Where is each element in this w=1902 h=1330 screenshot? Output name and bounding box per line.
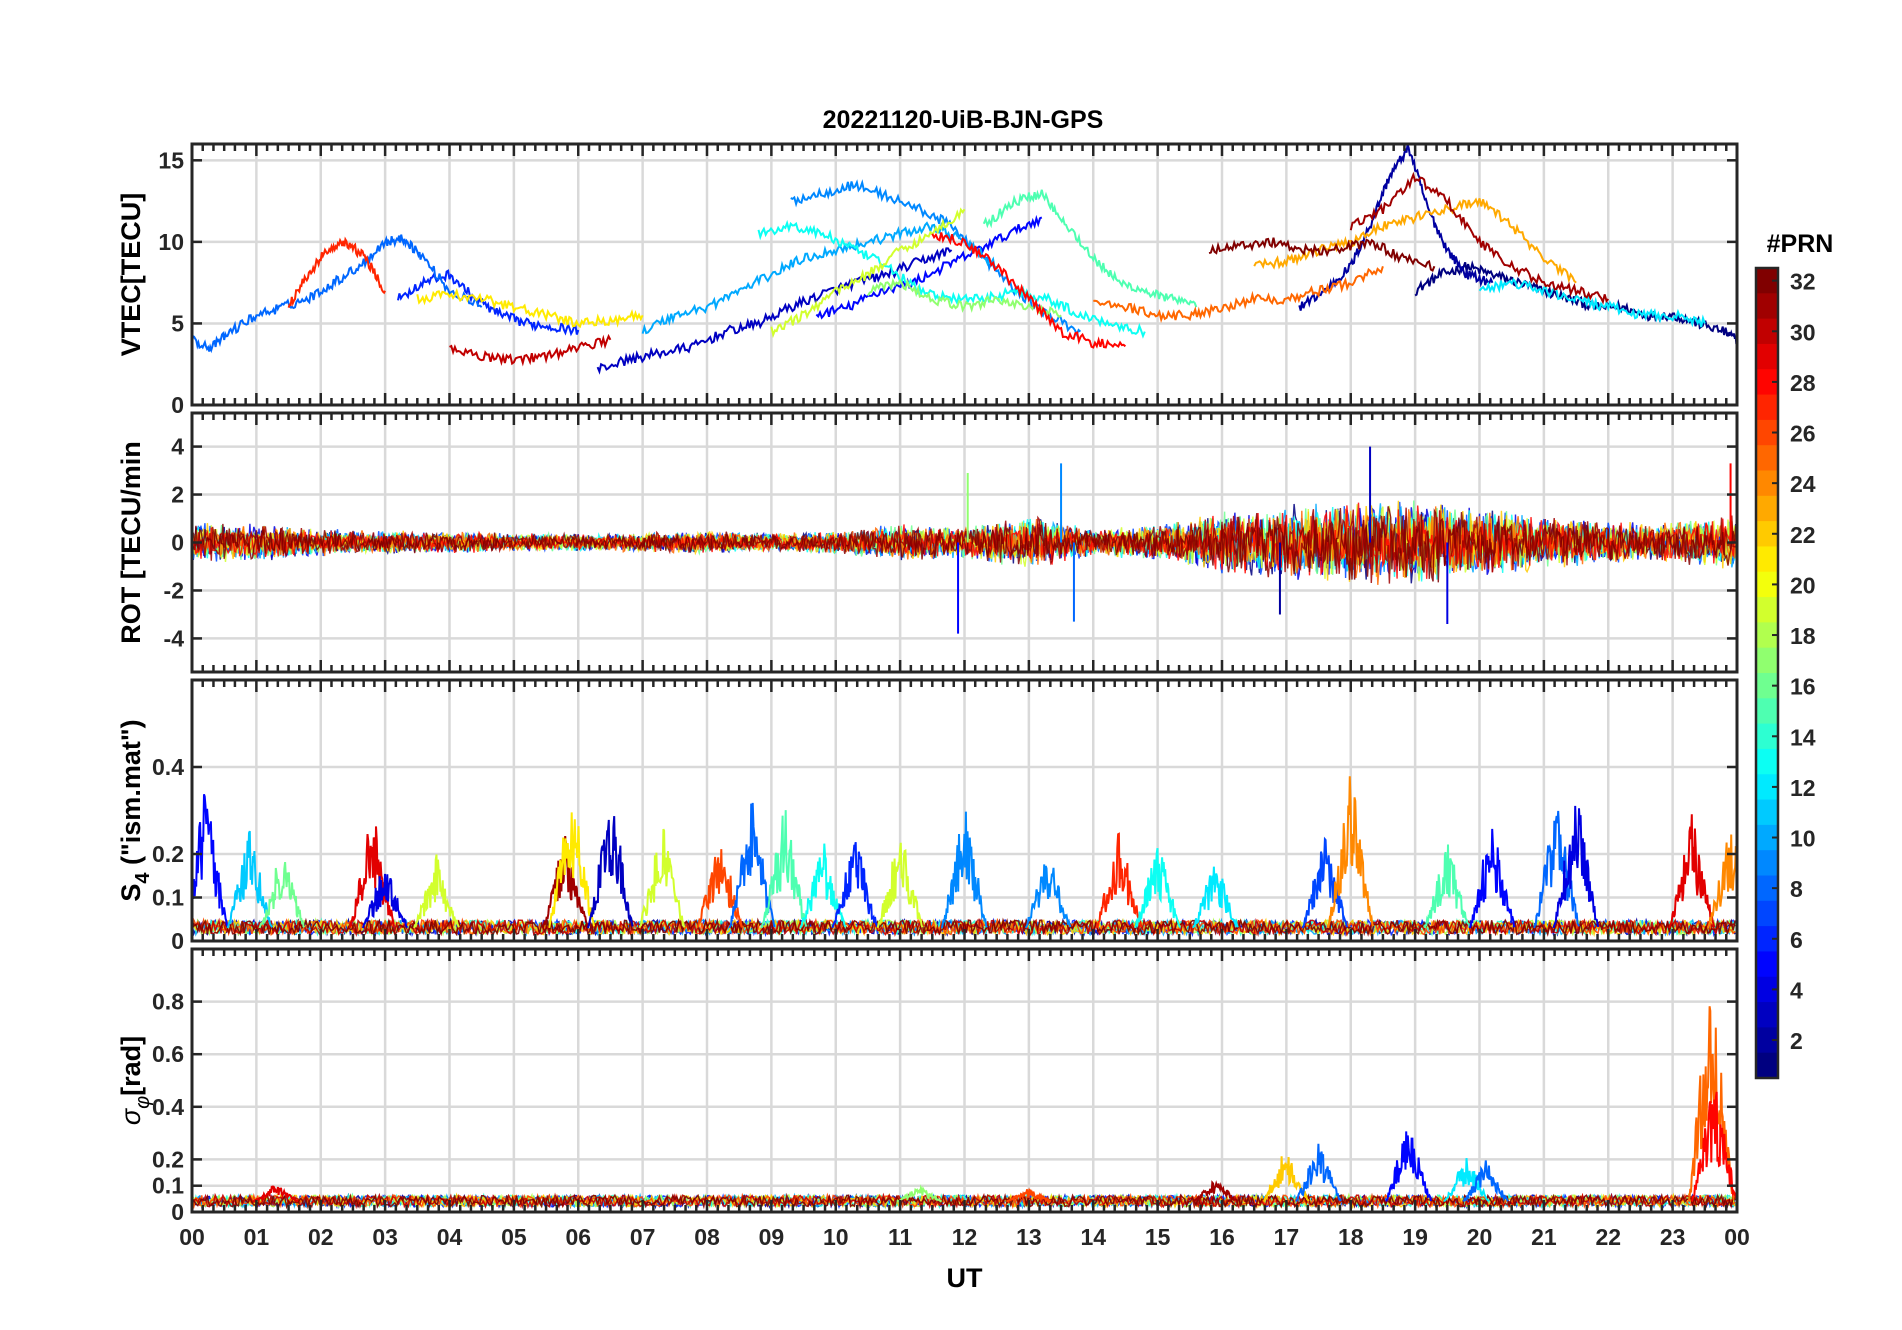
y-tick-label: 0.6: [152, 1041, 184, 1067]
colorbar-tick-label: 14: [1790, 724, 1816, 750]
y-label-rest: [rad]: [116, 1036, 146, 1096]
y-tick-label: 0.1: [152, 885, 184, 911]
x-tick-label: 09: [759, 1224, 785, 1250]
colorbar-swatch-prn-23: [1756, 495, 1778, 522]
colorbar-swatch-prn-7: [1756, 900, 1778, 927]
colorbar-tick-label: 8: [1790, 876, 1803, 902]
x-tick-label: 16: [1209, 1224, 1235, 1250]
y-tick-label: 0: [171, 530, 184, 556]
y-label-main: σ: [116, 1107, 146, 1125]
colorbar-tick-label: 22: [1790, 522, 1816, 548]
x-tick-label: 12: [952, 1224, 978, 1250]
y-label-sub: φ: [132, 1096, 154, 1109]
colorbar-tick-label: 24: [1790, 471, 1816, 497]
figure-title: 20221120-UiB-BJN-GPS: [823, 106, 1104, 134]
x-tick-label: 11: [888, 1224, 913, 1250]
y-axis-label-rot: ROT [TECU/min: [116, 441, 146, 644]
y-tick-label: 5: [171, 310, 184, 336]
y-tick-label: 0: [171, 1199, 184, 1225]
y-tick-label: -2: [164, 577, 184, 603]
y-tick-label: 10: [158, 229, 184, 255]
colorbar-tick-label: 12: [1790, 775, 1816, 801]
colorbar-swatch-prn-21: [1756, 546, 1778, 573]
colorbar-swatch-prn-25: [1756, 445, 1778, 472]
colorbar-tick-label: 16: [1790, 674, 1816, 700]
y-tick-label: 15: [158, 147, 184, 173]
x-tick-label: 04: [437, 1224, 463, 1250]
y-axis-label-vtec: VTEC[TECU]: [116, 193, 146, 357]
colorbar-swatch-prn-11: [1756, 799, 1778, 826]
x-tick-label: 06: [565, 1224, 591, 1250]
colorbar-tick-label: 20: [1790, 572, 1816, 598]
x-tick-label: 19: [1402, 1224, 1428, 1250]
x-tick-label: 18: [1338, 1224, 1364, 1250]
x-tick-label: 21: [1531, 1224, 1557, 1250]
y-tick-label: 0.2: [152, 841, 184, 867]
colorbar-tick-label: 4: [1790, 977, 1803, 1003]
x-tick-label: 03: [372, 1224, 398, 1250]
colorbar-swatch-prn-9: [1756, 850, 1778, 877]
colorbar-tick-label: 32: [1790, 269, 1816, 295]
colorbar-tick-label: 26: [1790, 421, 1816, 447]
x-tick-label: 22: [1595, 1224, 1621, 1250]
colorbar-tick-label: 6: [1790, 927, 1803, 953]
colorbar-swatch-prn-27: [1756, 394, 1778, 421]
y-tick-label: 0.2: [152, 1146, 184, 1172]
colorbar-swatch-prn-29: [1756, 343, 1778, 370]
colorbar-tick-label: 30: [1790, 319, 1816, 345]
y-tick-label: 0.4: [152, 1094, 184, 1120]
colorbar-swatch-prn-31: [1756, 293, 1778, 320]
y-tick-label: 0.4: [152, 754, 184, 780]
colorbar-swatch-prn-17: [1756, 647, 1778, 674]
colorbar-tick-label: 10: [1790, 826, 1816, 852]
y-tick-label: 0.8: [152, 989, 184, 1015]
x-tick-label: 15: [1145, 1224, 1171, 1250]
x-axis-label: UT: [947, 1263, 983, 1293]
figure-background: [0, 0, 1902, 1330]
colorbar-swatch-prn-15: [1756, 698, 1778, 725]
x-tick-label: 13: [1016, 1224, 1042, 1250]
y-tick-label: 0: [171, 928, 184, 954]
figure-canvas: 20221120-UiB-BJN-GPS 051015VTEC[TECU]-4-…: [0, 0, 1902, 1330]
colorbar-title: #PRN: [1767, 230, 1834, 258]
y-label-main: S: [116, 884, 146, 902]
colorbar-tick-label: 28: [1790, 370, 1816, 396]
x-tick-label: 14: [1080, 1224, 1106, 1250]
x-tick-label: 00: [1724, 1224, 1750, 1250]
x-tick-label: 17: [1274, 1224, 1300, 1250]
y-tick-label: 4: [171, 434, 184, 460]
colorbar-swatch-prn-1: [1756, 1052, 1778, 1079]
figure: 20221120-UiB-BJN-GPS 0 5 10 15 VTEC[TECU] -4-…: [0, 0, 1902, 1330]
x-tick-label: 00: [179, 1224, 205, 1250]
colorbar-swatch-prn-5: [1756, 951, 1778, 978]
x-tick-label: 20: [1467, 1224, 1493, 1250]
x-tick-label: 07: [630, 1224, 656, 1250]
y-tick-label: 0.1: [152, 1173, 184, 1199]
colorbar-swatch-prn-13: [1756, 748, 1778, 775]
colorbar-tick-label: 2: [1790, 1028, 1803, 1054]
x-tick-label: 01: [244, 1224, 270, 1250]
y-tick-label: 2: [171, 482, 184, 508]
x-tick-label: 05: [501, 1224, 527, 1250]
colorbar-swatch-prn-19: [1756, 597, 1778, 623]
x-tick-label: 02: [308, 1224, 334, 1250]
x-tick-label: 08: [694, 1224, 720, 1250]
colorbar-swatch-prn-3: [1756, 1002, 1778, 1028]
x-tick-label: 23: [1660, 1224, 1686, 1250]
colorbar-tick-label: 18: [1790, 623, 1816, 649]
y-label-rest: ("ism.mat"): [116, 719, 146, 872]
x-tick-label: 10: [823, 1224, 849, 1250]
y-tick-label: -4: [164, 625, 185, 651]
y-tick-label: 0: [171, 392, 184, 418]
